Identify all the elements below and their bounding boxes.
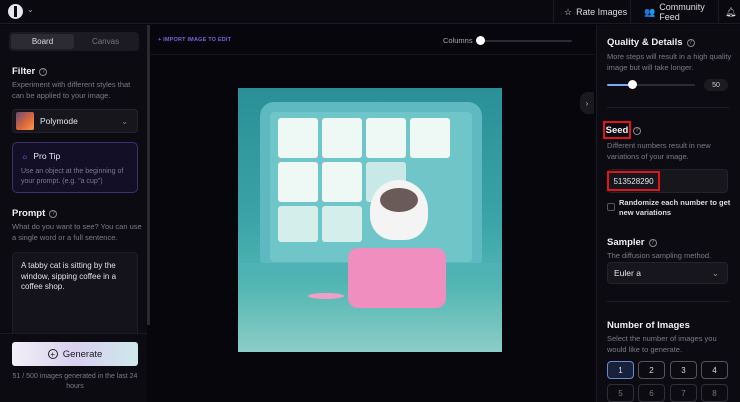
help-icon[interactable]: ? — [49, 209, 58, 218]
cat — [370, 180, 428, 240]
pro-tip-card: ☼ Pro Tip Use an object at the beginning … — [12, 142, 138, 193]
divider — [607, 301, 729, 302]
divider — [607, 107, 729, 108]
sampler-title: Sampler — [607, 237, 645, 248]
rate-images-button[interactable]: ☆ Rate Images — [553, 0, 637, 24]
sampler-desc: The diffusion sampling method. — [607, 251, 712, 260]
help-icon[interactable]: ? — [39, 67, 48, 76]
help-icon[interactable]: ? — [686, 38, 695, 47]
prompt-input[interactable]: A tabby cat is sitting by the window, si… — [12, 252, 138, 342]
chevron-right-icon[interactable]: › — [580, 92, 594, 114]
sampler-value: Euler a — [614, 268, 641, 278]
prompt-desc: What do you want to see? You can use a s… — [12, 222, 142, 242]
num-option-3[interactable]: 3 — [670, 361, 697, 379]
help-icon[interactable]: ? — [633, 127, 641, 135]
import-image-link[interactable]: + IMPORT IMAGE TO EDIT — [158, 37, 231, 43]
users-icon: 👥 — [644, 6, 656, 17]
plus-circle-icon: + — [47, 349, 58, 359]
help-icon[interactable]: ? — [648, 238, 657, 247]
num-images-title: Number of Images — [607, 320, 690, 331]
num-option-8[interactable]: 8 — [701, 384, 728, 402]
quality-value[interactable]: 50 — [704, 79, 728, 91]
chevron-down-icon: ⌄ — [711, 267, 719, 278]
columns-label: Columns — [443, 36, 473, 45]
filter-select[interactable]: Polymode ⌄ — [12, 109, 138, 133]
num-option-2[interactable]: 2 — [638, 361, 665, 379]
randomize-checkbox[interactable] — [607, 203, 615, 211]
filter-desc: Experiment with different styles that ca… — [12, 80, 131, 100]
sofa — [348, 248, 446, 308]
generate-button[interactable]: + Generate — [12, 342, 138, 366]
sampler-select[interactable]: Euler a ⌄ — [607, 262, 728, 284]
chevron-down-icon: ⌄ — [121, 116, 128, 126]
pro-tip-text: Use an object at the beginning of your p… — [21, 168, 124, 185]
tab-board[interactable]: Board — [11, 34, 74, 49]
chevron-down-icon[interactable]: ⌄ — [27, 5, 34, 14]
columns-slider[interactable] — [480, 40, 572, 42]
filter-heading: Filter? — [12, 66, 48, 77]
top-bar: ⌄ ☆ Rate Images 👥 Community Feed 🔔︎ — [0, 0, 740, 24]
bell-icon[interactable]: 🔔︎ — [718, 0, 740, 24]
window-scene — [260, 102, 482, 272]
seed-desc: Different numbers result in new variatio… — [607, 141, 711, 161]
usage-text: 51 / 500 images generated in the last 24… — [12, 373, 138, 390]
num-option-7[interactable]: 7 — [670, 384, 697, 402]
seed-input[interactable]: 513528290 — [607, 171, 660, 191]
filter-value: Polymode — [40, 116, 78, 126]
quality-desc: More steps will result in a high quality… — [607, 52, 732, 72]
prompt-title: Prompt — [12, 208, 46, 219]
num-images-desc: Select the number of images you would li… — [607, 334, 717, 354]
filter-title: Filter — [12, 66, 36, 77]
quality-title: Quality & Details — [607, 37, 683, 48]
randomize-label: Randomize each number to get new variati… — [619, 198, 731, 217]
star-icon: ☆ — [564, 6, 573, 17]
num-option-4[interactable]: 4 — [701, 361, 728, 379]
tab-canvas[interactable]: Canvas — [74, 34, 137, 49]
generated-image[interactable] — [238, 88, 502, 352]
quality-slider[interactable] — [607, 84, 695, 86]
generate-label: Generate — [62, 348, 103, 360]
quality-slider-handle[interactable] — [628, 80, 637, 89]
num-option-6[interactable]: 6 — [638, 384, 665, 402]
community-feed-label: Community Feed — [659, 2, 705, 22]
columns-slider-handle[interactable] — [476, 36, 485, 45]
pro-tip-title: Pro Tip — [33, 151, 61, 161]
num-option-5[interactable]: 5 — [607, 384, 634, 402]
rate-images-label: Rate Images — [576, 7, 628, 17]
num-option-1[interactable]: 1 — [607, 361, 634, 379]
seed-title: Seed — [605, 124, 629, 136]
filter-thumbnail — [16, 112, 34, 130]
view-toggle: Board Canvas — [9, 32, 139, 51]
logo-icon[interactable] — [8, 4, 23, 19]
sun-icon: ☼ — [21, 151, 29, 161]
